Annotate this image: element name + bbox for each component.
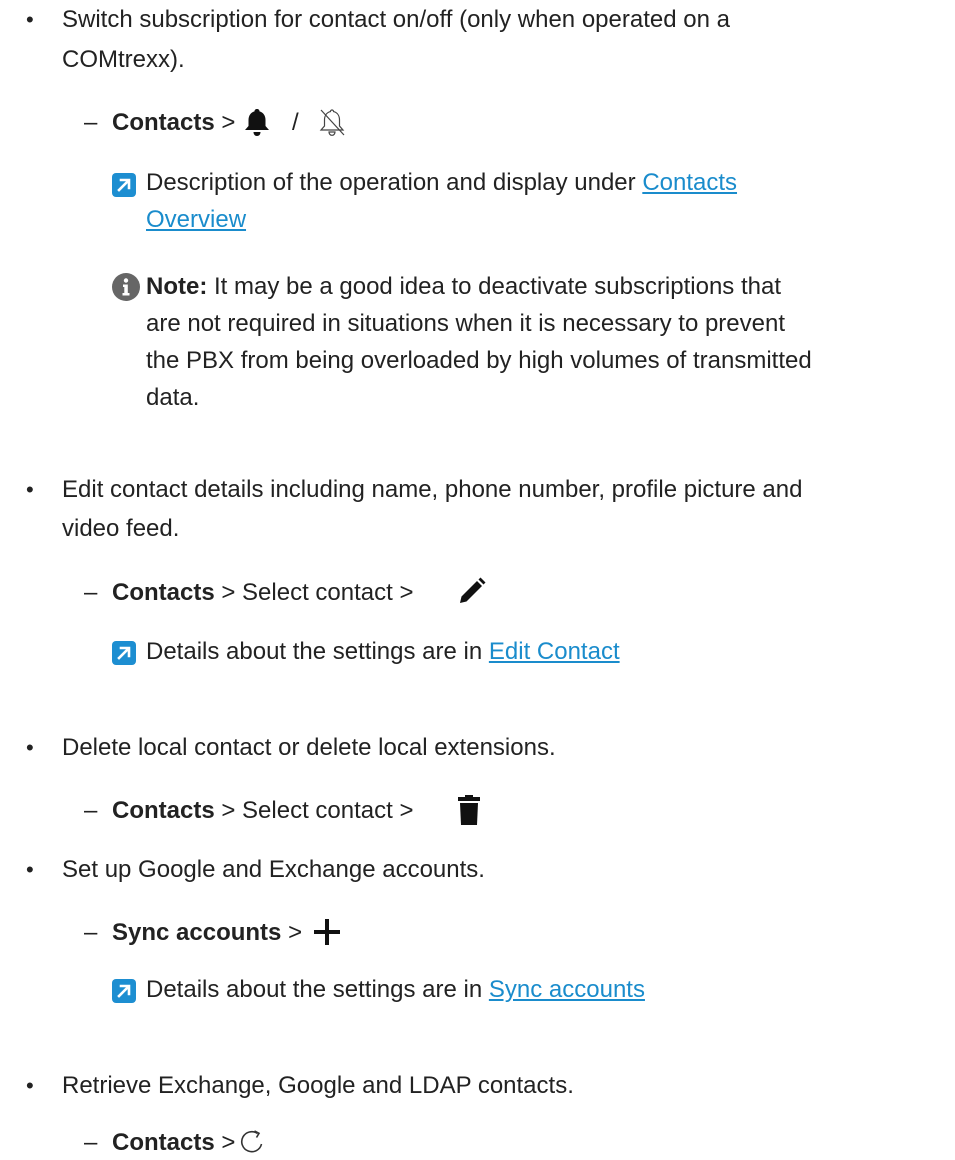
plus-icon[interactable] <box>312 917 342 947</box>
item-text-line: Set up Google and Exchange accounts. <box>62 856 485 883</box>
sub-dash: – <box>84 797 98 824</box>
refresh-icon[interactable] <box>238 1128 266 1156</box>
link-contacts-overview-cont[interactable]: Overview <box>146 206 246 233</box>
note-line: Note: It may be a good idea to deactivat… <box>146 270 781 304</box>
pencil-icon[interactable] <box>456 576 486 608</box>
menu-path-bold: Contacts <box>112 109 215 136</box>
menu-path-bold: Sync accounts <box>112 919 282 946</box>
note-line: are not required in situations when it i… <box>146 310 786 337</box>
menu-path: Contacts > <box>112 106 235 140</box>
note-text: It may be a good idea to deactivate subs… <box>207 273 782 300</box>
arrow-link-icon <box>112 173 136 197</box>
item-text-line: Switch subscription for contact on/off (… <box>62 6 730 33</box>
menu-path: Contacts > Select contact > <box>112 576 413 610</box>
sub-dash: – <box>84 579 98 606</box>
menu-path-rest: > <box>281 919 303 946</box>
list-bullet: • <box>26 735 34 760</box>
menu-path-rest: > Select contact > <box>214 797 414 824</box>
menu-path-separator: > <box>214 109 236 136</box>
menu-path-rest: > Select contact > <box>214 579 414 606</box>
trash-icon[interactable] <box>458 795 480 825</box>
crossref-text: Description of the operation and display… <box>146 166 737 200</box>
list-bullet: • <box>26 857 34 882</box>
crossref-text: Details about the settings are in Edit C… <box>146 635 620 669</box>
arrow-link-icon <box>112 641 136 665</box>
crossref-text: Details about the settings are in Sync a… <box>146 973 645 1007</box>
menu-path-bold: Contacts <box>112 1129 215 1156</box>
menu-path-separator: / <box>292 109 299 136</box>
menu-path: Sync accounts > <box>112 916 302 950</box>
note-label: Note: <box>146 273 208 300</box>
list-bullet: • <box>26 477 34 502</box>
menu-path-bold: Contacts <box>112 579 215 606</box>
link-edit-contact[interactable]: Edit Contact <box>489 638 620 665</box>
list-bullet: • <box>26 1073 34 1098</box>
bell-icon[interactable] <box>244 107 270 137</box>
menu-path: Contacts > Select contact > <box>112 794 413 828</box>
arrow-link-icon <box>112 979 136 1003</box>
link-contacts-overview[interactable]: Contacts <box>642 169 737 196</box>
item-text-line: Delete local contact or delete local ext… <box>62 734 556 761</box>
item-text-line: Edit contact details including name, pho… <box>62 476 803 503</box>
crossref-prefix: Details about the settings are in <box>146 976 489 1003</box>
sub-dash: – <box>84 1129 98 1156</box>
crossref-prefix: Description of the operation and display… <box>146 169 643 196</box>
menu-path-rest: > <box>214 1129 236 1156</box>
sub-dash: – <box>84 109 98 136</box>
item-text-line: video feed. <box>62 515 180 542</box>
crossref-prefix: Details about the settings are in <box>146 638 489 665</box>
list-bullet: • <box>26 7 34 32</box>
link-sync-accounts[interactable]: Sync accounts <box>489 976 645 1003</box>
note-line: data. <box>146 384 200 411</box>
sub-dash: – <box>84 919 98 946</box>
info-icon <box>112 273 140 301</box>
note-line: the PBX from being overloaded by high vo… <box>146 347 812 374</box>
item-text-line: Retrieve Exchange, Google and LDAP conta… <box>62 1072 574 1099</box>
menu-path: Contacts > <box>112 1126 235 1160</box>
bell-off-icon[interactable] <box>318 107 346 137</box>
menu-path-bold: Contacts <box>112 797 215 824</box>
item-text-line: COMtrexx). <box>62 46 185 73</box>
crossref-text-line2: Overview <box>146 203 246 237</box>
